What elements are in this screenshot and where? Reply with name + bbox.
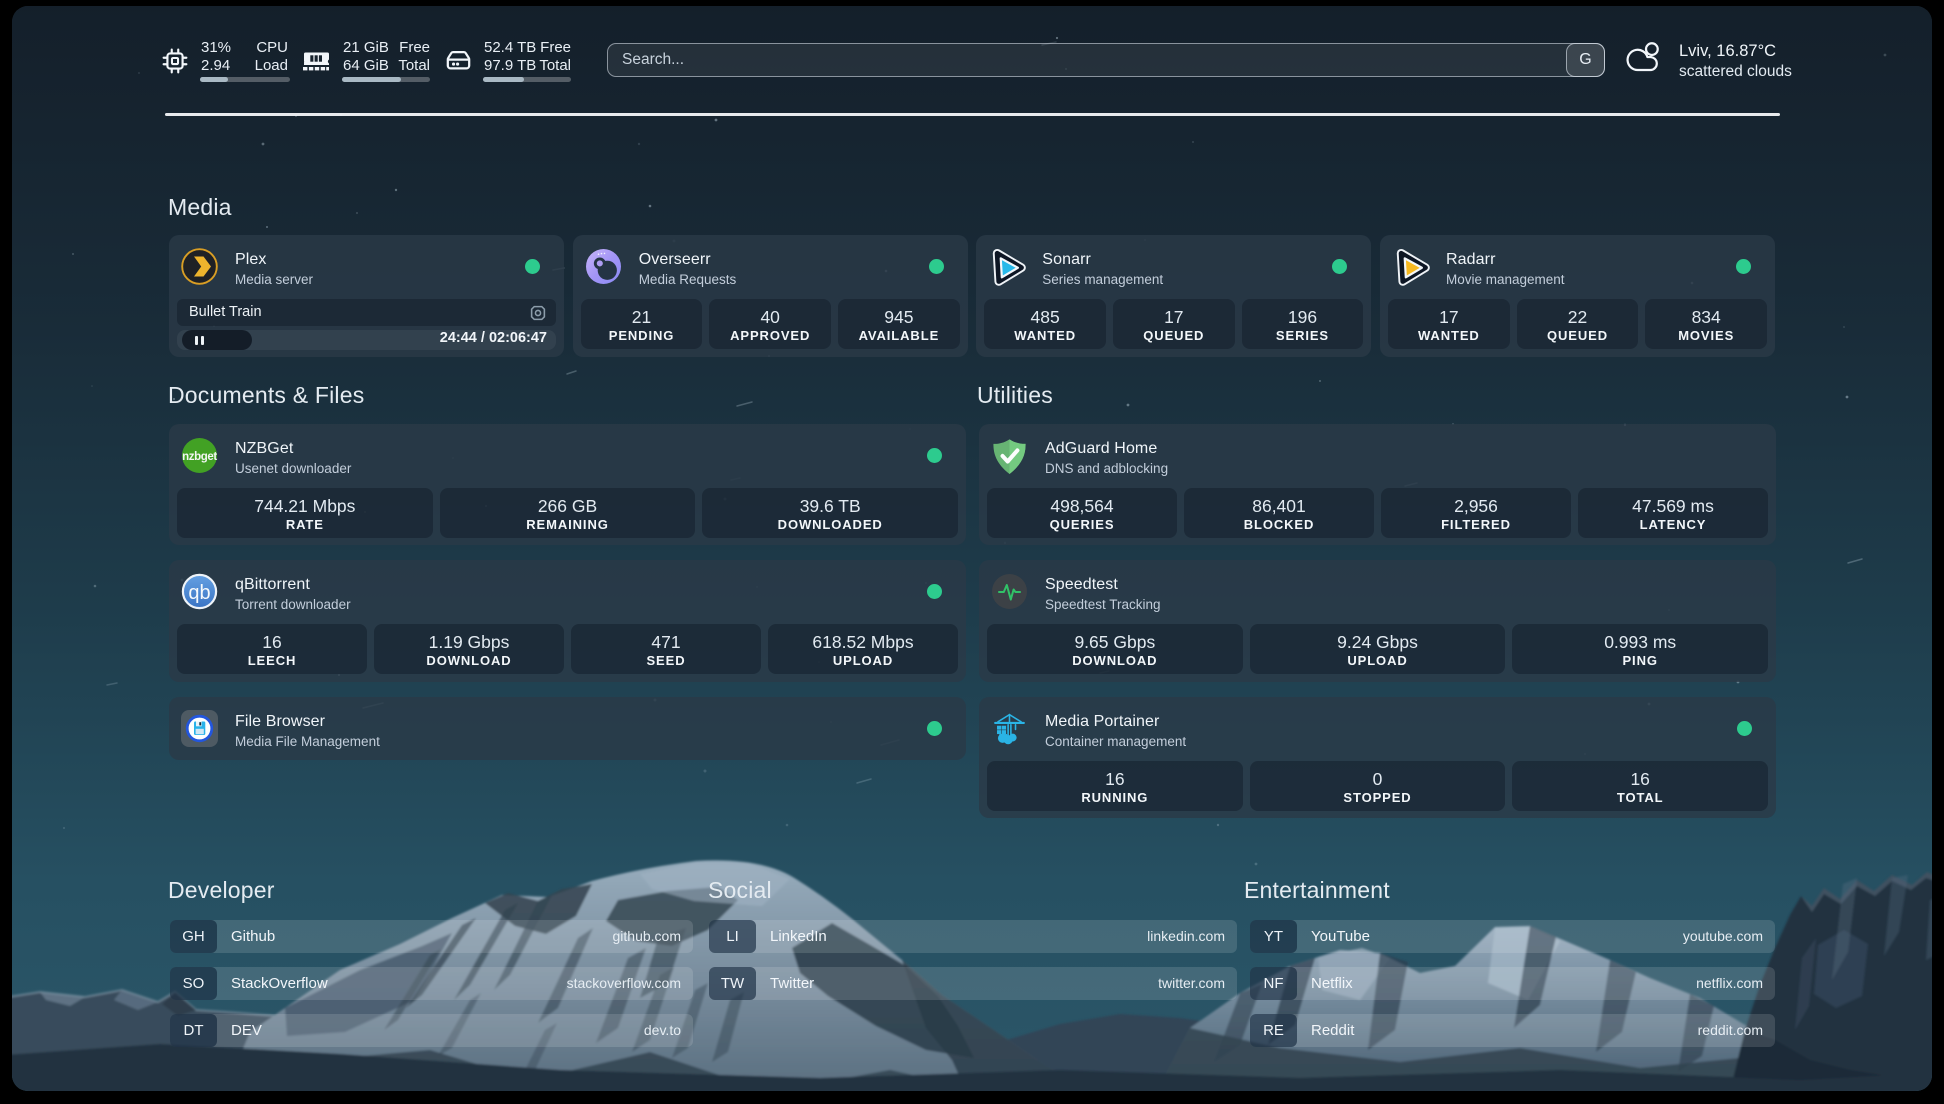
svg-text:nzbget: nzbget: [182, 451, 217, 463]
svg-text:qb: qb: [188, 582, 210, 604]
